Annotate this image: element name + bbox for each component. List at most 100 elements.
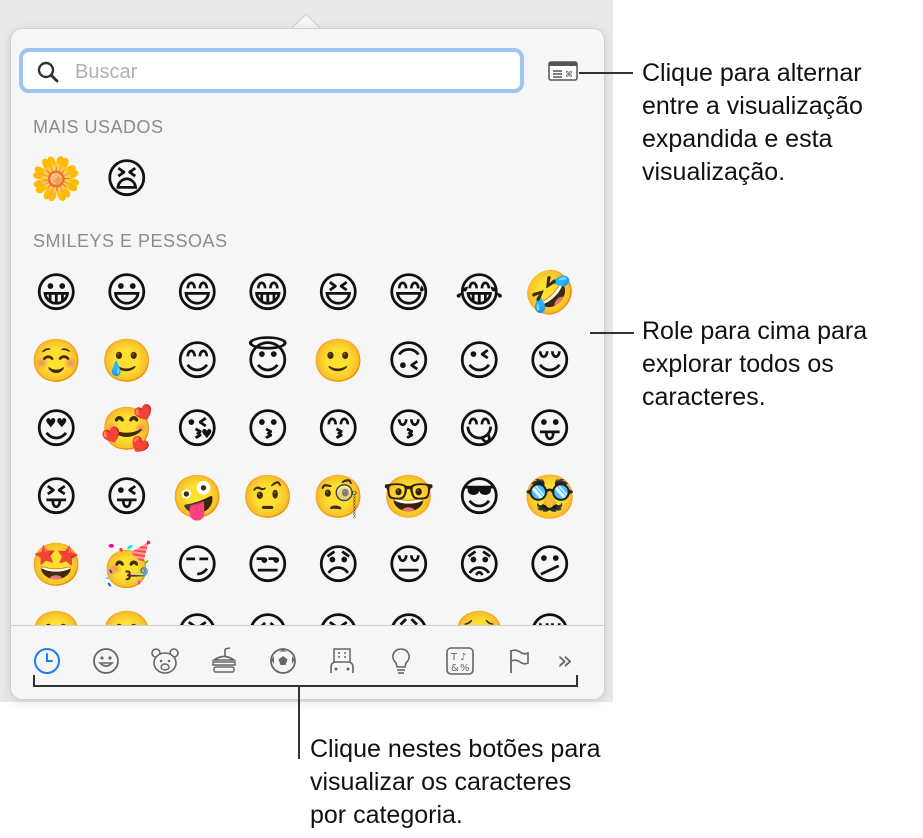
more-icon[interactable]: » xyxy=(548,644,582,678)
emoji-button[interactable]: 😌 xyxy=(515,327,586,395)
emoji-button[interactable]: 🤓 xyxy=(374,463,445,531)
lightbulb-icon xyxy=(392,648,410,674)
tab-animals[interactable] xyxy=(148,644,182,678)
emoji-button[interactable]: 😟 xyxy=(444,531,515,599)
emoji-button[interactable]: 😫 xyxy=(92,145,163,213)
clock-icon xyxy=(34,648,60,674)
tab-symbols[interactable]: T ♪ & % xyxy=(443,644,477,678)
tab-recent[interactable] xyxy=(30,644,64,678)
emoji-button[interactable]: 🙁 xyxy=(21,599,92,626)
callout-bracket-right xyxy=(576,675,578,687)
emoji-button[interactable]: 😁 xyxy=(233,259,304,327)
emoji-button[interactable]: 🤨 xyxy=(233,463,304,531)
smiley-icon xyxy=(93,648,119,674)
callout-line-text: entre a visualização xyxy=(642,92,863,120)
animal-icon xyxy=(151,648,179,674)
emoji-button[interactable]: 😔 xyxy=(374,531,445,599)
callout-line-text: por categoria. xyxy=(310,801,463,829)
emoji-button[interactable]: 😒 xyxy=(233,531,304,599)
emoji-button[interactable]: 😞 xyxy=(303,531,374,599)
callout-line-view-toggle xyxy=(579,72,633,74)
emoji-button[interactable]: 😋 xyxy=(444,395,515,463)
callout-line-text: Clique nestes botões para xyxy=(310,735,601,763)
emoji-button[interactable]: 😃 xyxy=(92,259,163,327)
flag-icon xyxy=(510,649,529,673)
section-label-frequent: MAIS USADOS xyxy=(33,117,164,137)
emoji-button[interactable]: 😢 xyxy=(515,599,586,626)
emoji-button[interactable]: 😍 xyxy=(21,395,92,463)
emoji-button[interactable]: 😀 xyxy=(21,259,92,327)
character-viewer-popover: ⌘ MAIS USADOS 🌼😫 SMILEYS E PESSOAS 😀😃😄😁😆… xyxy=(10,28,605,700)
category-tab-bar: T ♪ & % » xyxy=(11,625,604,699)
svg-text:♪: ♪ xyxy=(460,652,466,663)
emoji-button[interactable]: 😆 xyxy=(303,259,374,327)
emoji-button[interactable]: 😖 xyxy=(233,599,304,626)
emoji-button[interactable]: ☺️ xyxy=(21,327,92,395)
emoji-button[interactable]: 😜 xyxy=(92,463,163,531)
callout-line-scroll xyxy=(590,332,634,334)
frequent-emoji-grid: 🌼 😫 xyxy=(21,145,581,213)
emoji-button[interactable]: 😫 xyxy=(303,599,374,626)
emoji-button[interactable]: 🤩 xyxy=(21,531,92,599)
tab-activity[interactable] xyxy=(266,644,300,678)
emoji-button[interactable]: 😄 xyxy=(162,259,233,327)
emoji-button[interactable]: 😗 xyxy=(233,395,304,463)
callout-line-text: expandida e esta xyxy=(642,125,833,153)
tab-flags[interactable] xyxy=(502,644,536,678)
search-input[interactable] xyxy=(73,56,497,88)
callout-line-text: Clique para alternar xyxy=(642,59,862,87)
food-icon xyxy=(211,647,237,673)
section-label-smileys: SMILEYS E PESSOAS xyxy=(33,231,228,251)
emoji-button[interactable]: 😙 xyxy=(303,395,374,463)
smileys-emoji-grid: 😀 😃 😄 😁 😆 😅 😂 🤣 ☺️ 🥲 😊 😇 🙂 🙃 😉 😌 😍 🥰 😘 😗 😙 😚 😋 😛 😝 😜 🤪 🤨 🧐 🤓 😎 🥸 🤩 🥳 😏 😒 😞 😔 😟… xyxy=(21,259,581,626)
expand-view-toggle-icon[interactable]: ⌘ xyxy=(548,61,578,81)
search-field[interactable] xyxy=(19,48,524,93)
emoji-button[interactable]: 🙃 xyxy=(374,327,445,395)
callout-scroll: Role para cima para explorar todos os cara… xyxy=(642,315,867,414)
emoji-scroll-area[interactable]: 😀 😃 😄 😁 😆 😅 😂 🤣 ☺️ 🥲 😊 😇 🙂 🙃 😉 😌 😍 🥰 😘 😗 😙 😚 😋 😛 😝 😜 🤪 🤨 🧐 🤓 😎 🥸 🤩 🥳 😏 😒 😞 😔 😟… xyxy=(11,259,604,626)
tab-objects[interactable] xyxy=(384,644,418,678)
emoji-button[interactable]: 😕 xyxy=(515,531,586,599)
emoji-button[interactable]: 😊 xyxy=(162,327,233,395)
emoji-button[interactable]: 🌼 xyxy=(21,145,92,213)
emoji-button[interactable]: 🥺 xyxy=(444,599,515,626)
ball-icon xyxy=(270,648,296,674)
emoji-button[interactable]: 😇 xyxy=(233,327,304,395)
callout-line-text: Role para cima para xyxy=(642,317,868,345)
emoji-button[interactable]: ☹️ xyxy=(92,599,163,626)
emoji-button[interactable]: 🥸 xyxy=(515,463,586,531)
callout-line-text: explorar todos os xyxy=(642,350,834,378)
emoji-button[interactable]: 🤣 xyxy=(515,259,586,327)
svg-text:T: T xyxy=(450,652,458,663)
building-icon xyxy=(330,648,354,673)
emoji-button[interactable]: 😏 xyxy=(162,531,233,599)
emoji-button[interactable]: 🥰 xyxy=(92,395,163,463)
emoji-button[interactable]: 😣 xyxy=(162,599,233,626)
svg-text:&: & xyxy=(451,663,459,674)
emoji-button[interactable]: 😩 xyxy=(374,599,445,626)
emoji-button[interactable]: 🧐 xyxy=(303,463,374,531)
tab-food[interactable] xyxy=(207,644,241,678)
tab-smileys[interactable] xyxy=(89,644,123,678)
emoji-button[interactable]: 😚 xyxy=(374,395,445,463)
tab-travel[interactable] xyxy=(325,644,359,678)
emoji-button[interactable]: 😝 xyxy=(21,463,92,531)
emoji-button[interactable]: 😅 xyxy=(374,259,445,327)
emoji-button[interactable]: 🙂 xyxy=(303,327,374,395)
emoji-button[interactable]: 😉 xyxy=(444,327,515,395)
svg-text:%: % xyxy=(460,663,470,674)
emoji-button[interactable]: 🥳 xyxy=(92,531,163,599)
emoji-button[interactable]: 😎 xyxy=(444,463,515,531)
callout-line-categories xyxy=(298,686,300,759)
callout-line-text: visualização. xyxy=(642,158,786,186)
emoji-button[interactable]: 😛 xyxy=(515,395,586,463)
symbols-icon: T ♪ & % xyxy=(446,647,474,675)
emoji-button[interactable]: 🤪 xyxy=(162,463,233,531)
callout-line-text: caracteres. xyxy=(642,383,766,411)
callout-view-toggle: Clique para alternar entre a visualização… xyxy=(642,57,863,189)
emoji-button[interactable]: 😂 xyxy=(444,259,515,327)
svg-text:⌘: ⌘ xyxy=(565,70,573,79)
emoji-button[interactable]: 😘 xyxy=(162,395,233,463)
callout-bracket-left xyxy=(33,675,35,687)
emoji-button[interactable]: 🥲 xyxy=(92,327,163,395)
